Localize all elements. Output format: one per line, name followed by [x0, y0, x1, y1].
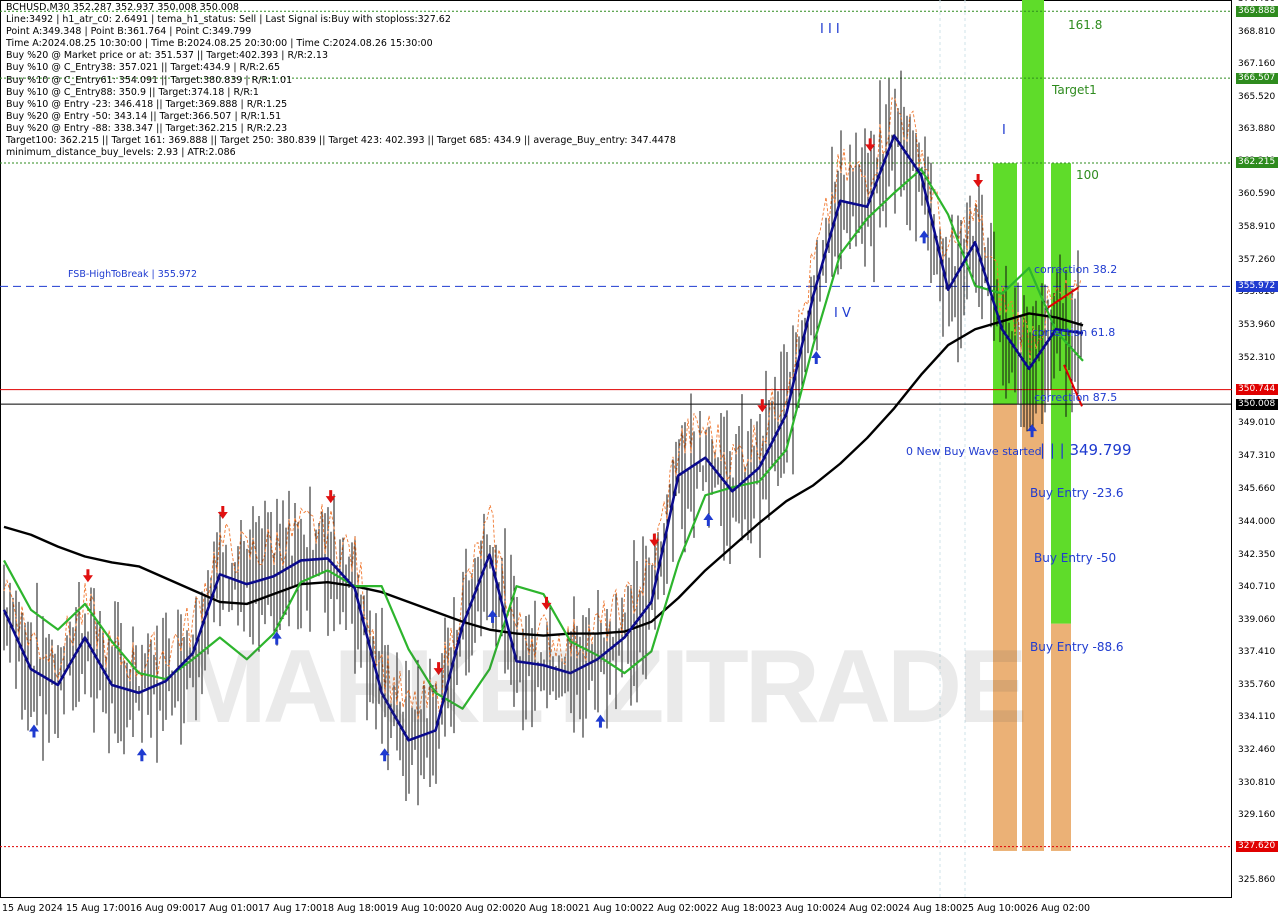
y-tick-label: 370.460	[1238, 0, 1275, 4]
buy-zone-lower	[1051, 623, 1071, 851]
chart-area[interactable]	[0, 0, 1280, 920]
annotation-label: I V	[834, 306, 851, 322]
y-tick-label: 352.310	[1238, 352, 1276, 363]
y-tick-label: 342.350	[1238, 549, 1276, 560]
buy-zone-lower	[1022, 404, 1044, 851]
y-tick-label: 353.960	[1238, 320, 1276, 331]
price-level-tag: 350.744	[1236, 384, 1278, 396]
x-tick-label: 24 Aug 02:00	[834, 903, 899, 914]
annotation-label: I	[1002, 122, 1006, 138]
price-level-tag: 369.888	[1236, 5, 1278, 17]
annotation-label: Buy Entry -88.6	[1030, 640, 1124, 655]
y-tick-label: 329.160	[1238, 810, 1276, 821]
y-tick-label: 330.810	[1238, 777, 1276, 788]
sell-arrow-icon	[82, 569, 93, 583]
price-level-tag: 366.507	[1236, 72, 1278, 84]
x-tick-label: 20 Aug 02:00	[450, 903, 515, 914]
annotation-label: 161.8	[1068, 17, 1103, 32]
x-tick-label: 22 Aug 02:00	[642, 903, 707, 914]
x-tick-label: 17 Aug 01:00	[194, 903, 259, 914]
y-tick-label: 345.660	[1238, 484, 1276, 495]
y-tick-label: 365.520	[1238, 91, 1276, 102]
x-tick-label: 20 Aug 18:00	[514, 903, 579, 914]
y-tick-label: 347.310	[1238, 451, 1276, 462]
annotation-label: Target1	[1052, 83, 1097, 98]
annotation-label: | | | 349.799	[1040, 440, 1132, 459]
annotation-label: Buy Entry -50	[1034, 551, 1117, 566]
annotation-label: Buy Entry -23.6	[1030, 486, 1124, 501]
y-tick-label: 340.710	[1238, 581, 1276, 592]
watermark-text: MARKETZITRADE	[180, 629, 1027, 745]
x-tick-label: 17 Aug 17:00	[258, 903, 323, 914]
x-tick-label: 15 Aug 17:00	[66, 903, 131, 914]
annotation-label: V	[900, 0, 909, 3]
annotation-label: correction 61.8	[1032, 326, 1116, 340]
y-tick-label: 360.590	[1238, 189, 1276, 200]
x-tick-label: 24 Aug 18:00	[898, 903, 963, 914]
x-tick-label: 22 Aug 18:00	[706, 903, 771, 914]
y-tick-label: 368.810	[1238, 26, 1276, 37]
y-tick-label: 349.010	[1238, 417, 1276, 428]
price-level-tag: 350.008	[1236, 398, 1278, 410]
x-tick-label: 26 Aug 02:00	[1026, 903, 1091, 914]
annotation-label: correction 38.2	[1034, 262, 1118, 276]
y-tick-label: 334.110	[1238, 712, 1276, 723]
price-level-tag: 362.215	[1236, 157, 1278, 169]
y-tick-label: 337.410	[1238, 647, 1276, 658]
annotation-label: 0 New Buy Wave started	[906, 444, 1042, 458]
y-tick-label: 325.860	[1238, 875, 1276, 886]
annotation-label: 100	[1076, 168, 1099, 183]
y-tick-label: 358.910	[1238, 222, 1276, 233]
ma-line-0	[3, 312, 1084, 637]
x-tick-label: 15 Aug 2024	[2, 903, 63, 914]
y-tick-label: 344.000	[1238, 516, 1276, 527]
y-tick-label: 339.060	[1238, 614, 1276, 625]
x-tick-label: 18 Aug 18:00	[322, 903, 387, 914]
price-level-tag: 355.972	[1236, 280, 1278, 292]
sell-arrow-icon	[973, 173, 984, 187]
y-tick-label: 357.260	[1238, 254, 1276, 265]
x-tick-label: 21 Aug 10:00	[578, 903, 643, 914]
buy-arrow-icon	[811, 350, 822, 364]
x-tick-label: 19 Aug 10:00	[386, 903, 451, 914]
buy-arrow-icon	[28, 724, 39, 738]
y-tick-label: 335.760	[1238, 679, 1276, 690]
y-tick-label: 332.460	[1238, 744, 1276, 755]
y-tick-label: 367.160	[1238, 59, 1276, 70]
buy-arrow-icon	[703, 513, 714, 527]
annotation-label: correction 87.5	[1034, 391, 1118, 405]
sell-arrow-icon	[217, 505, 228, 519]
price-level-tag: 327.620	[1236, 841, 1278, 853]
annotation-label: I I I	[820, 21, 840, 37]
annotation-label: FSB-HighToBreak | 355.972	[68, 268, 198, 280]
price-chart-svg	[0, 0, 1232, 898]
y-tick-label: 363.880	[1238, 124, 1276, 135]
x-tick-label: 16 Aug 09:00	[130, 903, 195, 914]
x-tick-label: 23 Aug 10:00	[770, 903, 835, 914]
x-tick-label: 25 Aug 10:00	[962, 903, 1027, 914]
buy-arrow-icon	[136, 748, 147, 762]
